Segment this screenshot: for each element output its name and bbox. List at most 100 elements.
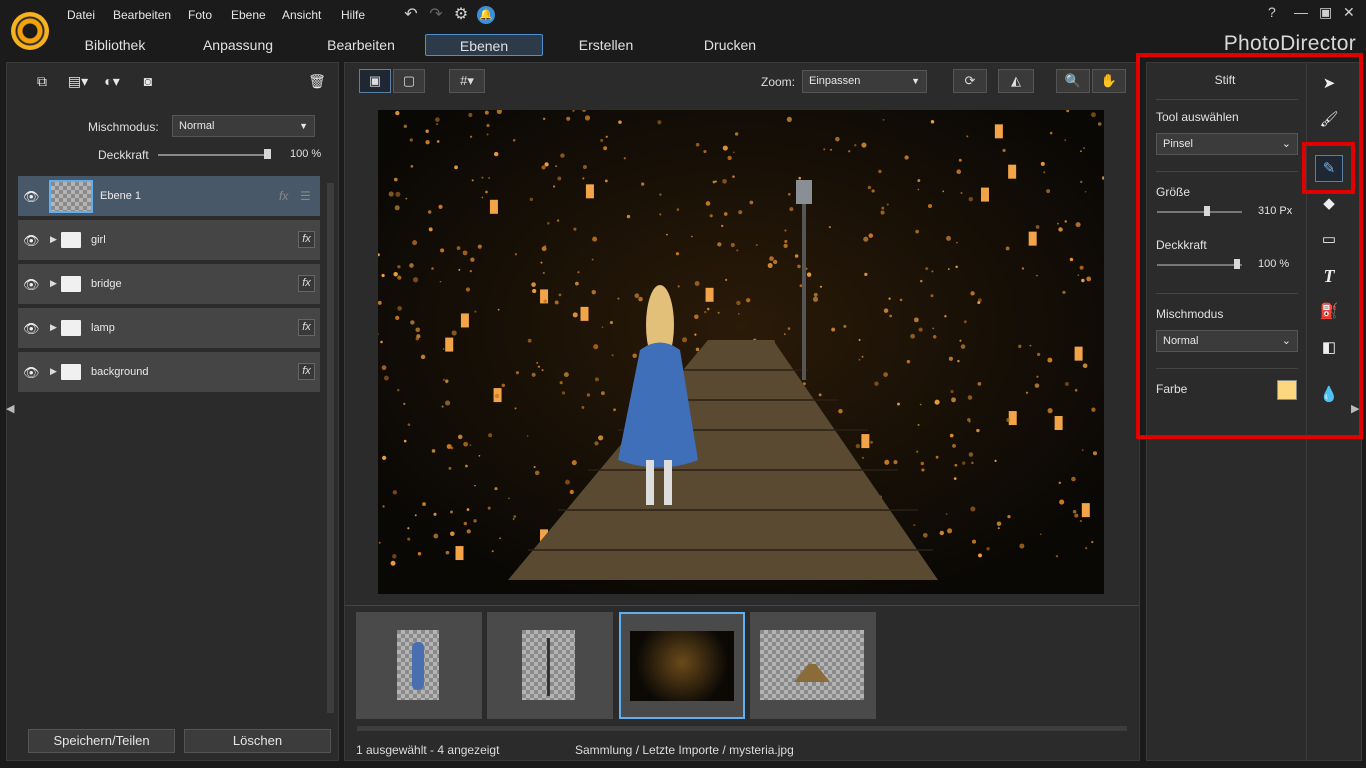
- tab-erstellen[interactable]: Erstellen: [560, 34, 652, 56]
- minimize-icon[interactable]: —: [1294, 4, 1308, 20]
- filmstrip-thumb-girl[interactable]: [356, 612, 482, 719]
- eye-icon[interactable]: 👁: [23, 189, 40, 205]
- tab-anpassung[interactable]: Anpassung: [192, 34, 284, 56]
- tool-blend-select[interactable]: Normal ⌄: [1156, 330, 1298, 352]
- eraser-tool-icon[interactable]: ◆: [1316, 191, 1342, 217]
- lantern: [1079, 519, 1082, 523]
- file-path: Sammlung / Letzte Importe / mysteria.jpg: [575, 743, 794, 757]
- fx-icon[interactable]: fx: [298, 363, 315, 380]
- lantern: [380, 340, 383, 344]
- layer-menu-icon[interactable]: ▤▾: [67, 72, 89, 90]
- tool-opacity-slider-handle[interactable]: [1234, 259, 1240, 269]
- menu-ebene[interactable]: Ebene: [231, 8, 266, 22]
- filmstrip-scrollbar[interactable]: [357, 726, 1127, 731]
- filmstrip-thumb-lamp[interactable]: [487, 612, 613, 719]
- lantern: [569, 489, 574, 495]
- blend-mode-select[interactable]: Normal ▼: [172, 115, 315, 137]
- help-icon[interactable]: ?: [1268, 4, 1276, 20]
- gradient-tool-icon[interactable]: ◧: [1316, 335, 1342, 361]
- text-tool-icon[interactable]: T: [1316, 263, 1342, 289]
- menu-hilfe[interactable]: Hilfe: [341, 8, 365, 22]
- grid-icon[interactable]: #▾: [449, 69, 485, 93]
- lantern: [623, 157, 626, 160]
- layer-row-ebene-1[interactable]: 👁 Ebene 1 fx ☰: [18, 176, 320, 218]
- layer-settings-icon[interactable]: ☰: [300, 189, 311, 203]
- expand-arrow-icon[interactable]: ▶: [50, 234, 57, 245]
- pointer-tool-icon[interactable]: ➤: [1316, 71, 1342, 97]
- layer-row-lamp[interactable]: 👁 ▶ lamp fx: [18, 308, 320, 350]
- fill-tool-icon[interactable]: ⛽: [1316, 299, 1342, 325]
- lantern: [474, 484, 476, 487]
- save-share-button[interactable]: Speichern/Teilen: [28, 729, 175, 753]
- opacity-slider[interactable]: [158, 149, 271, 159]
- lantern: [772, 259, 778, 265]
- fx-icon[interactable]: fx: [279, 189, 288, 203]
- menu-datei[interactable]: Datei: [67, 8, 95, 22]
- rotate-icon[interactable]: ⟳: [953, 69, 987, 93]
- trash-icon[interactable]: 🗑: [306, 72, 328, 90]
- zoom-tool-icon[interactable]: 🔍: [1056, 69, 1090, 93]
- fx-icon[interactable]: fx: [298, 275, 315, 292]
- layer-row-girl[interactable]: 👁 ▶ girl fx: [18, 220, 320, 262]
- lantern: [1036, 352, 1041, 357]
- fx-icon[interactable]: fx: [298, 319, 315, 336]
- adjustment-layer-icon[interactable]: ◐▾: [101, 72, 123, 90]
- expand-arrow-icon[interactable]: ▶: [50, 322, 57, 333]
- filmstrip-thumb-bridge[interactable]: [750, 612, 876, 719]
- opacity-slider-handle[interactable]: [264, 149, 271, 159]
- lantern: [573, 227, 577, 231]
- lantern: [897, 402, 900, 406]
- expand-arrow-icon[interactable]: ▶: [50, 366, 57, 377]
- restore-icon[interactable]: ▣: [1319, 4, 1332, 21]
- lantern: [488, 433, 493, 438]
- tool-opacity-slider[interactable]: [1157, 259, 1242, 269]
- eye-icon[interactable]: 👁: [23, 365, 40, 381]
- tab-drucken[interactable]: Drucken: [684, 34, 776, 56]
- lantern: [462, 250, 468, 256]
- smart-brush-icon[interactable]: 🖌: [1316, 107, 1342, 133]
- lantern: [440, 248, 445, 253]
- shape-tool-icon[interactable]: ▭: [1316, 227, 1342, 253]
- eye-icon[interactable]: 👁: [23, 321, 40, 337]
- fx-icon[interactable]: fx: [298, 231, 315, 248]
- hand-tool-icon[interactable]: ✋: [1092, 69, 1126, 93]
- lantern: [942, 190, 945, 193]
- collapse-left-panel-icon[interactable]: ◀: [6, 402, 14, 415]
- menu-bearbeiten[interactable]: Bearbeiten: [113, 8, 171, 22]
- layer-row-bridge[interactable]: 👁 ▶ bridge fx: [18, 264, 320, 306]
- menu-foto[interactable]: Foto: [188, 8, 212, 22]
- size-slider[interactable]: [1157, 206, 1242, 216]
- expand-right-panel-icon[interactable]: ▶: [1351, 402, 1359, 415]
- view-single-icon[interactable]: ▣: [359, 69, 391, 93]
- brush-tool-icon[interactable]: ✎: [1315, 155, 1343, 182]
- eye-icon[interactable]: 👁: [23, 233, 40, 249]
- tab-bibliothek[interactable]: Bibliothek: [70, 34, 160, 56]
- view-compare-icon[interactable]: ▢: [393, 69, 425, 93]
- layer-row-background[interactable]: 👁 ▶ background fx: [18, 352, 320, 394]
- undo-icon[interactable]: ↶: [402, 6, 420, 24]
- lantern: [393, 272, 398, 277]
- delete-button[interactable]: Löschen: [184, 729, 331, 753]
- tab-bearbeiten[interactable]: Bearbeiten: [315, 34, 407, 56]
- eye-icon[interactable]: 👁: [23, 277, 40, 293]
- notification-bell-icon[interactable]: 🔔: [477, 6, 495, 24]
- tab-ebenen[interactable]: Ebenen: [425, 34, 543, 56]
- redo-icon[interactable]: ↷: [427, 6, 445, 24]
- color-swatch[interactable]: [1277, 380, 1297, 400]
- lantern: [957, 359, 960, 363]
- zoom-select[interactable]: Einpassen ▼: [802, 70, 927, 93]
- tool-select-dropdown[interactable]: Pinsel ⌄: [1156, 133, 1298, 155]
- mask-icon[interactable]: ◙: [137, 72, 159, 90]
- layers-scrollbar[interactable]: [327, 183, 334, 713]
- filmstrip-thumb-background[interactable]: [619, 612, 745, 719]
- blur-drop-tool-icon[interactable]: 💧: [1316, 382, 1342, 408]
- expand-arrow-icon[interactable]: ▶: [50, 278, 57, 289]
- settings-gear-icon[interactable]: ⚙: [452, 6, 470, 24]
- lantern: [403, 124, 408, 129]
- flip-icon[interactable]: ◭: [998, 69, 1034, 93]
- image-canvas[interactable]: [378, 110, 1104, 594]
- add-layer-icon[interactable]: ⧉: [31, 72, 53, 90]
- close-icon[interactable]: ✕: [1343, 4, 1355, 21]
- menu-ansicht[interactable]: Ansicht: [282, 8, 321, 22]
- size-slider-handle[interactable]: [1204, 206, 1210, 216]
